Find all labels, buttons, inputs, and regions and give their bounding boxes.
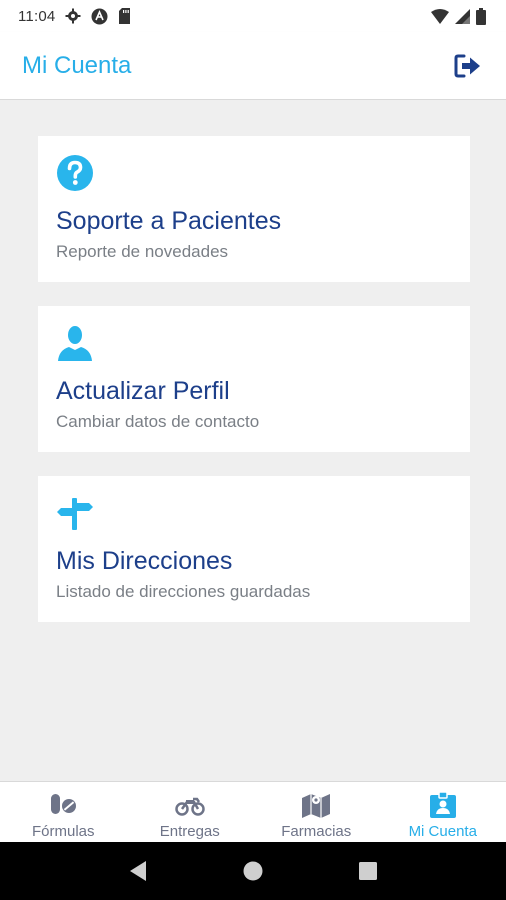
nav-label: Entregas	[159, 823, 220, 840]
card-subtitle: Listado de direcciones guardadas	[56, 582, 311, 601]
motorcycle-icon	[175, 797, 205, 816]
card-subtitle: Cambiar datos de contacto	[56, 412, 260, 431]
logout-icon	[454, 54, 480, 77]
back-triangle-icon	[129, 861, 146, 881]
nav-item-farmacias[interactable]: Farmacias	[253, 782, 380, 842]
card-soporte-pacientes[interactable]: Soporte a Pacientes Reporte de novedades	[38, 136, 470, 282]
back-button[interactable]	[126, 859, 150, 883]
signpost-icon	[57, 498, 93, 530]
recents-square-icon	[359, 862, 378, 880]
sd-card-icon	[119, 8, 131, 24]
nav-label: Mi Cuenta	[408, 823, 477, 840]
bottom-navigation: Fórmulas Entregas Farmacias Mi Cuenta	[0, 781, 506, 842]
page-title: Mi Cuenta	[22, 51, 132, 79]
map-icon	[302, 794, 331, 818]
wifi-icon	[431, 8, 449, 24]
app-notification-icon	[91, 8, 108, 24]
nav-item-mi-cuenta[interactable]: Mi Cuenta	[380, 782, 506, 842]
home-circle-icon	[243, 861, 263, 881]
nav-label: Fórmulas	[31, 823, 95, 840]
status-time: 11:04	[18, 7, 56, 25]
card-subtitle: Reporte de novedades	[56, 242, 229, 261]
nav-item-entregas[interactable]: Entregas	[127, 782, 254, 842]
recents-button[interactable]	[356, 859, 380, 883]
nav-label: Farmacias	[281, 823, 352, 840]
nav-item-formulas[interactable]: Fórmulas	[0, 782, 127, 842]
pills-icon	[51, 794, 77, 814]
account-menu: Soporte a Pacientes Reporte de novedades…	[0, 100, 506, 781]
system-navigation-bar	[0, 842, 506, 900]
card-title: Soporte a Pacientes	[56, 207, 282, 235]
card-mis-direcciones[interactable]: Mis Direcciones Listado de direcciones g…	[38, 476, 470, 622]
logout-button[interactable]	[452, 50, 484, 82]
help-circle-icon	[57, 155, 93, 191]
id-badge-icon	[429, 791, 456, 818]
person-icon	[58, 326, 92, 361]
home-button[interactable]	[241, 859, 265, 883]
app-bar: Mi Cuenta	[0, 32, 506, 100]
status-bar: 11:04	[0, 0, 506, 32]
battery-icon	[476, 7, 486, 25]
signal-icon	[455, 8, 470, 24]
card-actualizar-perfil[interactable]: Actualizar Perfil Cambiar datos de conta…	[38, 306, 470, 452]
card-title: Mis Direcciones	[56, 547, 233, 575]
settings-icon	[65, 8, 81, 24]
card-title: Actualizar Perfil	[56, 377, 230, 405]
